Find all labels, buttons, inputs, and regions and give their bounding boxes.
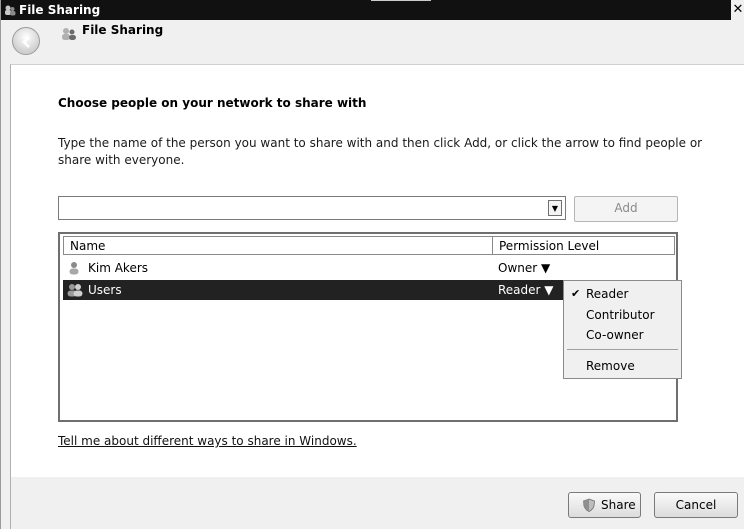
window-title: File Sharing: [19, 3, 101, 17]
list-item-name: Users: [88, 283, 122, 297]
file-sharing-icon: [61, 26, 77, 45]
list-header: Name Permission Level: [63, 236, 675, 255]
instructions-text: Type the name of the person you want to …: [58, 136, 703, 167]
menu-item-remove[interactable]: Remove: [564, 355, 681, 375]
permission-dropdown[interactable]: Owner ▼: [498, 261, 550, 275]
close-button[interactable]: ✕: [731, 0, 744, 20]
column-header-permission[interactable]: Permission Level: [499, 239, 599, 253]
permission-value: Reader: [498, 283, 541, 297]
menu-item-contributor[interactable]: Contributor: [564, 304, 681, 324]
column-separator[interactable]: [492, 237, 493, 254]
file-sharing-window: File Sharing ✕ File Sharing Choose peopl…: [0, 0, 744, 529]
group-icon: [67, 283, 85, 300]
file-sharing-icon: [4, 4, 16, 16]
permission-value: Owner: [498, 261, 538, 275]
share-button-label: Share: [601, 498, 636, 512]
list-item-name: Kim Akers: [88, 261, 149, 275]
checkmark-icon: ✔: [571, 287, 581, 300]
name-combobox[interactable]: ▼: [58, 196, 566, 220]
user-icon: [67, 261, 81, 278]
column-header-name[interactable]: Name: [70, 239, 105, 253]
permission-menu: ✔ Reader Contributor Co-owner Remove: [563, 280, 682, 379]
title-bar[interactable]: File Sharing ✕: [1, 0, 744, 20]
list-item[interactable]: Kim Akers Owner ▼: [63, 258, 675, 278]
permission-dropdown[interactable]: Reader ▼: [498, 283, 554, 297]
chevron-down-icon: ▼: [544, 283, 554, 297]
section-heading: Choose people on your network to share w…: [58, 96, 367, 110]
menu-item-label: Reader: [586, 287, 629, 301]
top-divider: [371, 0, 431, 1]
name-input[interactable]: [62, 199, 546, 217]
menu-item-label: Co-owner: [586, 328, 644, 342]
help-link[interactable]: Tell me about different ways to share in…: [58, 434, 357, 448]
menu-item-reader[interactable]: ✔ Reader: [564, 283, 681, 303]
add-button[interactable]: Add: [574, 196, 678, 222]
menu-item-co-owner[interactable]: Co-owner: [564, 324, 681, 344]
menu-item-label: Contributor: [586, 308, 655, 322]
chevron-down-icon: ▼: [541, 261, 551, 275]
page-title: File Sharing: [82, 23, 164, 37]
back-button[interactable]: [12, 27, 40, 55]
shield-icon: [582, 498, 596, 515]
cancel-button[interactable]: Cancel: [654, 492, 738, 518]
share-button[interactable]: Share: [568, 492, 641, 518]
dropdown-arrow-button[interactable]: ▼: [548, 200, 562, 216]
back-arrow-icon: [22, 36, 30, 48]
menu-item-label: Remove: [586, 359, 635, 373]
menu-separator: [567, 349, 678, 350]
